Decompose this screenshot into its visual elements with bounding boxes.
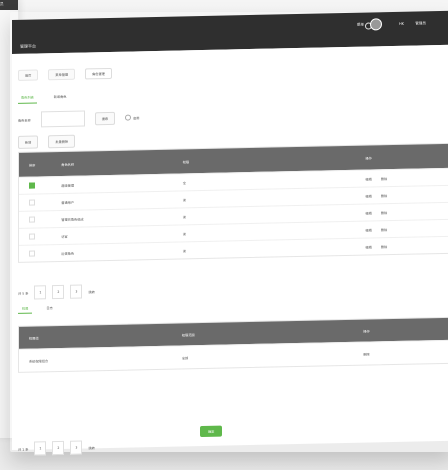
subtabs: 权限 日志 bbox=[18, 303, 57, 314]
enabled-radio[interactable]: 启用 bbox=[125, 114, 140, 121]
breadcrumb-item-menu[interactable]: 菜单管理 bbox=[48, 68, 76, 81]
edit-link[interactable]: 编辑 bbox=[365, 211, 371, 215]
breadcrumb-item-role[interactable]: 角色管理 bbox=[85, 67, 112, 80]
breadcrumb-item-home[interactable]: 首页 bbox=[18, 69, 39, 81]
role-name-cell: 运营角色 bbox=[61, 251, 75, 256]
sort-cell bbox=[19, 233, 51, 241]
radio-dot bbox=[125, 114, 132, 121]
header-permission: 权限 bbox=[182, 159, 190, 164]
radio-label: 启用 bbox=[133, 115, 140, 120]
pagination: 共 5 条 1 2 3 跳转 bbox=[18, 284, 95, 300]
page-3[interactable]: 3 bbox=[70, 440, 83, 455]
actions-cell: 编辑 删除 bbox=[355, 225, 448, 232]
subheader-group: 权限组 bbox=[29, 335, 39, 341]
role-name-input[interactable] bbox=[40, 110, 85, 128]
permission-group-cell: 系统权限组合 bbox=[29, 358, 49, 364]
batch-delete-button[interactable]: 批量删除 bbox=[48, 134, 76, 149]
actions-cell: 编辑 删除 bbox=[355, 174, 448, 181]
filter-label: 角色名称 bbox=[18, 118, 31, 123]
content-area: 首页 菜单管理 角色管理 角色列表 新增角色 角色名称 搜索 启用 新增 批量删… bbox=[12, 44, 448, 456]
sort-cell bbox=[19, 182, 51, 190]
edit-link[interactable]: 编辑 bbox=[365, 194, 371, 198]
tab-add-role[interactable]: 新增角色 bbox=[51, 91, 70, 103]
user-role[interactable]: 管理员 bbox=[415, 21, 426, 26]
role-tabs: 角色列表 新增角色 bbox=[18, 91, 70, 104]
delete-link[interactable]: 删除 bbox=[381, 194, 387, 198]
actions-cell: 编辑 删除 bbox=[355, 242, 448, 249]
pagination-label: 共 5 条 bbox=[18, 291, 29, 296]
breadcrumb: 首页 菜单管理 角色管理 bbox=[18, 67, 112, 81]
permission-cell: 读 bbox=[182, 197, 186, 202]
pagination-go[interactable]: 跳转 bbox=[88, 445, 94, 450]
permission-scope-cell: 全部 bbox=[181, 355, 189, 360]
sort-toggle[interactable] bbox=[29, 233, 35, 240]
pagination-label: 共 1 条 bbox=[18, 447, 29, 452]
header-actions: 操作 bbox=[365, 155, 372, 161]
menu-link[interactable]: 菜单 bbox=[357, 23, 364, 28]
page-2[interactable]: 2 bbox=[52, 440, 65, 456]
add-button[interactable]: 新增 bbox=[18, 135, 39, 149]
role-name-cell: 管理员角色组成 bbox=[61, 217, 84, 222]
app-title: 管理平台 bbox=[20, 43, 36, 49]
subheader-actions: 操作 bbox=[363, 329, 370, 334]
delete-link[interactable]: 删除 bbox=[381, 177, 387, 181]
permission-cell: 读 bbox=[182, 214, 186, 219]
edit-link[interactable]: 编辑 bbox=[365, 177, 371, 181]
pagination-secondary: 共 1 条 1 2 3 跳转 bbox=[18, 440, 95, 456]
permission-cell: 读 bbox=[182, 248, 186, 253]
actions-cell: 编辑 删除 bbox=[355, 191, 448, 198]
delete-link[interactable]: 删除 bbox=[381, 245, 387, 249]
role-name-cell: 普通用户 bbox=[61, 200, 75, 205]
role-name-cell: 超级管理 bbox=[61, 183, 75, 188]
permission-table: 权限组 权限范围 操作 系统权限组合 全部 删除 bbox=[18, 316, 448, 373]
sort-cell bbox=[19, 199, 51, 207]
user-avatar[interactable] bbox=[370, 18, 382, 31]
subheader-scope: 权限范围 bbox=[181, 332, 195, 337]
filter-bar: 角色名称 搜索 启用 bbox=[18, 109, 140, 128]
sort-toggle[interactable] bbox=[29, 216, 35, 223]
page-1[interactable]: 1 bbox=[34, 285, 47, 300]
delete-link[interactable]: 删除 bbox=[381, 211, 387, 215]
sort-cell bbox=[19, 250, 51, 258]
roles-table: 排序 角色名称 权限 操作 超级管理 全 编辑 删除 普通用户 读 编辑 删除 … bbox=[18, 142, 448, 263]
search-button[interactable]: 搜索 bbox=[94, 111, 116, 125]
delete-link[interactable]: 删除 bbox=[381, 228, 387, 232]
page-2[interactable]: 2 bbox=[52, 284, 65, 300]
tab-role-list[interactable]: 角色列表 bbox=[18, 91, 37, 104]
subtab-permission[interactable]: 权限 bbox=[18, 303, 33, 314]
sort-toggle[interactable] bbox=[29, 182, 35, 189]
user-name[interactable]: HK bbox=[399, 22, 404, 26]
table-actions: 新增 批量删除 bbox=[18, 134, 76, 149]
permission-delete-link[interactable]: 删除 bbox=[353, 349, 448, 356]
edit-link[interactable]: 编辑 bbox=[365, 245, 371, 249]
header-sort: 排序 bbox=[29, 163, 36, 168]
sort-toggle[interactable] bbox=[29, 199, 35, 206]
permission-cell: 读 bbox=[182, 231, 186, 236]
sort-cell bbox=[19, 216, 51, 224]
sidebar-title: 员 bbox=[0, 2, 4, 6]
page-3[interactable]: 3 bbox=[70, 284, 83, 299]
pagination-go[interactable]: 跳转 bbox=[88, 289, 94, 294]
sort-toggle[interactable] bbox=[29, 250, 35, 257]
actions-cell: 编辑 删除 bbox=[355, 208, 448, 215]
role-name-cell: 访客 bbox=[61, 234, 68, 239]
page-1[interactable]: 1 bbox=[34, 441, 47, 456]
permission-cell: 全 bbox=[182, 180, 186, 185]
edit-link[interactable]: 编辑 bbox=[365, 228, 371, 232]
confirm-button[interactable]: 确定 bbox=[200, 425, 223, 438]
main-window: 管理平台 菜单 HK 管理员 首页 菜单管理 角色管理 角色列表 新增角色 角色… bbox=[12, 10, 448, 456]
header-role-name: 角色名称 bbox=[61, 162, 75, 167]
subtab-log[interactable]: 日志 bbox=[42, 303, 56, 313]
